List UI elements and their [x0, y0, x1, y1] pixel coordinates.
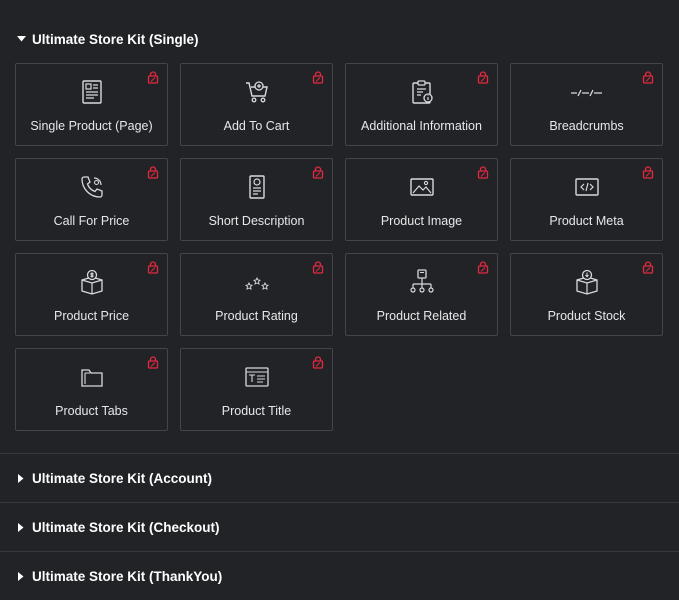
product-meta-icon [574, 178, 599, 196]
product-price-icon [80, 269, 103, 295]
widget-label: Single Product (Page) [30, 119, 153, 133]
call-for-price-icon [80, 176, 103, 198]
lock-icon [642, 166, 654, 179]
widget-product-image[interactable]: Product Image [345, 158, 498, 241]
caret-right-icon [16, 571, 26, 581]
widget-label: Product Rating [215, 309, 298, 323]
widget-label: Additional Information [361, 119, 482, 133]
lock-icon [312, 261, 324, 274]
product-title-icon [244, 367, 269, 387]
section-header-account[interactable]: Ultimate Store Kit (Account) [0, 454, 679, 502]
widget-product-rating[interactable]: Product Rating [180, 253, 333, 336]
widget-label: Product Related [376, 309, 467, 323]
lock-icon [477, 261, 489, 274]
lock-icon [477, 166, 489, 179]
section-title: Ultimate Store Kit (Single) [32, 31, 199, 47]
lock-icon [147, 166, 159, 179]
caret-right-icon [16, 473, 26, 483]
lock-icon [312, 166, 324, 179]
section-header-thankyou[interactable]: Ultimate Store Kit (ThankYou) [0, 552, 679, 600]
product-image-icon [409, 178, 434, 196]
widget-single-product[interactable]: Single Product (Page) [15, 63, 168, 146]
widget-product-tabs[interactable]: Product Tabs [15, 348, 168, 431]
section-title: Ultimate Store Kit (Account) [32, 470, 213, 486]
lock-icon [147, 261, 159, 274]
lock-icon [642, 261, 654, 274]
caret-down-icon [16, 34, 26, 44]
product-tabs-icon [80, 369, 103, 387]
widget-call-for-price[interactable]: Call For Price [15, 158, 168, 241]
widget-label: Product Tabs [55, 404, 128, 418]
short-description-icon [248, 175, 265, 199]
widget-short-description[interactable]: Short Description [180, 158, 333, 241]
lock-icon [312, 356, 324, 369]
caret-right-icon [16, 522, 26, 532]
widget-additional-information[interactable]: Additional Information [345, 63, 498, 146]
widget-product-meta[interactable]: Product Meta [510, 158, 663, 241]
breadcrumbs-icon [570, 89, 602, 97]
section-header-single[interactable]: Ultimate Store Kit (Single) [0, 15, 679, 63]
section-header-checkout[interactable]: Ultimate Store Kit (Checkout) [0, 503, 679, 551]
single-product-icon [81, 80, 102, 104]
widget-product-price[interactable]: Product Price [15, 253, 168, 336]
lock-icon [147, 356, 159, 369]
widget-label: Product Price [53, 309, 130, 323]
product-related-icon [409, 269, 434, 293]
lock-icon [147, 71, 159, 84]
widget-breadcrumbs[interactable]: Breadcrumbs [510, 63, 663, 146]
lock-icon [477, 71, 489, 84]
widget-add-to-cart[interactable]: Add To Cart [180, 63, 333, 146]
lock-icon [642, 71, 654, 84]
lock-icon [312, 71, 324, 84]
widget-label: Breadcrumbs [549, 119, 624, 133]
product-rating-icon [244, 276, 269, 290]
widget-product-title[interactable]: Product Title [180, 348, 333, 431]
widget-label: Call For Price [53, 214, 130, 228]
widget-label: Add To Cart [223, 119, 290, 133]
widget-label: Product Image [380, 214, 463, 228]
widget-product-related[interactable]: Product Related [345, 253, 498, 336]
widget-product-stock[interactable]: Product Stock [510, 253, 663, 336]
section-title: Ultimate Store Kit (ThankYou) [32, 568, 223, 584]
widget-label: Product Stock [547, 309, 626, 323]
product-stock-icon [575, 269, 598, 295]
widget-label: Short Description [208, 214, 305, 228]
section-title: Ultimate Store Kit (Checkout) [32, 519, 220, 535]
add-to-cart-icon [245, 81, 268, 103]
widget-label: Product Title [221, 404, 292, 418]
widget-label: Product Meta [549, 214, 624, 228]
additional-information-icon [411, 80, 433, 104]
